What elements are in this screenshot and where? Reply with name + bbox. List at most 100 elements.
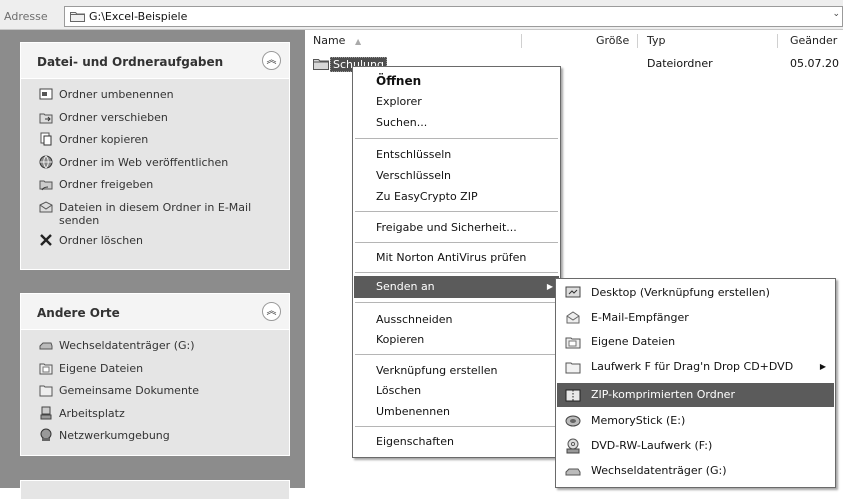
web-publish-icon bbox=[39, 155, 53, 172]
place-my-documents[interactable]: Eigene Dateien bbox=[21, 361, 289, 384]
send-to-label: E-Mail-Empfänger bbox=[591, 311, 689, 324]
send-to-label: MemoryStick (E:) bbox=[591, 414, 686, 427]
drive-folder-icon bbox=[565, 359, 581, 384]
folder-icon bbox=[70, 10, 85, 25]
menu-item-sharing-security[interactable]: Freigabe und Sicherheit... bbox=[354, 217, 559, 239]
place-removable-drive[interactable]: Wechseldatenträger (G:) bbox=[21, 338, 289, 361]
email-icon bbox=[39, 200, 53, 217]
menu-item-search[interactable]: Suchen... bbox=[354, 112, 559, 134]
menu-separator bbox=[355, 211, 558, 212]
address-bar: Adresse G:\Excel-Beispiele ⌄ bbox=[0, 0, 843, 30]
place-label: Gemeinsame Dokumente bbox=[59, 384, 199, 397]
menu-item-open[interactable]: Öffnen bbox=[354, 70, 559, 92]
copy-icon bbox=[39, 132, 53, 149]
menu-item-properties[interactable]: Eigenschaften bbox=[354, 431, 559, 453]
place-shared-documents[interactable]: Gemeinsame Dokumente bbox=[21, 383, 289, 406]
menu-item-encrypt[interactable]: Verschlüsseln bbox=[354, 165, 559, 187]
send-to-label: Wechseldatenträger (G:) bbox=[591, 464, 727, 477]
place-label: Netzwerkumgebung bbox=[59, 429, 170, 442]
task-label: Dateien in diesem Ordner in E-Mail sende… bbox=[59, 200, 252, 227]
send-to-mail-recipient[interactable]: E-Mail-Empfänger bbox=[557, 306, 834, 330]
address-label: Adresse bbox=[4, 10, 48, 23]
my-documents-icon bbox=[39, 361, 53, 378]
menu-separator bbox=[355, 138, 558, 139]
task-label: Ordner verschieben bbox=[59, 110, 168, 124]
rename-icon bbox=[39, 87, 53, 104]
send-to-desktop[interactable]: Desktop (Verknüpfung erstellen) bbox=[557, 281, 834, 305]
send-to-label: ZIP-komprimierten Ordner bbox=[591, 388, 735, 401]
removable-drive-icon bbox=[39, 338, 53, 355]
task-label: Ordner freigeben bbox=[59, 178, 154, 191]
shared-documents-icon bbox=[39, 383, 53, 400]
send-to-memory-stick[interactable]: MemoryStick (E:) bbox=[557, 409, 834, 433]
menu-item-explorer[interactable]: Explorer bbox=[354, 91, 559, 113]
place-network[interactable]: Netzwerkumgebung bbox=[21, 428, 289, 451]
address-dropdown-icon[interactable]: ⌄ bbox=[832, 9, 840, 19]
other-places-header[interactable]: Andere Orte ︽ bbox=[21, 294, 289, 330]
collapse-up-icon[interactable]: ︽ bbox=[262, 51, 281, 70]
send-to-label: Desktop (Verknüpfung erstellen) bbox=[591, 286, 770, 299]
send-to-label: Eigene Dateien bbox=[591, 335, 676, 348]
task-label: Ordner im Web veröffentlichen bbox=[59, 155, 229, 169]
task-share-folder[interactable]: Ordner freigeben bbox=[21, 177, 289, 200]
collapse-up-icon[interactable]: ︽ bbox=[262, 302, 281, 321]
move-icon bbox=[39, 110, 53, 127]
send-to-removable-drive[interactable]: Wechseldatenträger (G:) bbox=[557, 459, 834, 483]
details-panel bbox=[20, 480, 290, 500]
folder-icon bbox=[313, 58, 329, 73]
removable-drive-icon bbox=[565, 463, 581, 488]
place-label: Eigene Dateien bbox=[59, 361, 144, 375]
column-divider[interactable] bbox=[521, 34, 522, 48]
menu-item-easycrypto-zip[interactable]: Zu EasyCrypto ZIP bbox=[354, 186, 559, 208]
send-to-drive-f-dragdrop[interactable]: Laufwerk F für Drag'n Drop CD+DVD ▶ bbox=[557, 355, 834, 379]
menu-item-decrypt[interactable]: Entschlüsseln bbox=[354, 144, 559, 166]
task-email-files[interactable]: Dateien in diesem Ordner in E-Mail sende… bbox=[21, 200, 289, 233]
column-divider[interactable] bbox=[777, 34, 778, 48]
place-my-computer[interactable]: Arbeitsplatz bbox=[21, 406, 289, 429]
send-to-zip-folder[interactable]: ZIP-komprimierten Ordner bbox=[557, 383, 834, 407]
other-places-title: Andere Orte bbox=[37, 306, 120, 320]
send-to-label: Laufwerk F für Drag'n Drop CD+DVD bbox=[591, 360, 794, 373]
send-to-submenu: Desktop (Verknüpfung erstellen) E-Mail-E… bbox=[555, 278, 836, 488]
task-label: Ordner umbenennen bbox=[59, 88, 174, 101]
context-menu: Öffnen Explorer Suchen... Entschlüsseln … bbox=[352, 66, 561, 458]
column-header-type[interactable]: Typ bbox=[647, 34, 666, 50]
address-path: G:\Excel-Beispiele bbox=[89, 10, 188, 23]
menu-separator bbox=[355, 354, 558, 355]
my-computer-icon bbox=[39, 406, 53, 423]
menu-item-create-shortcut[interactable]: Verknüpfung erstellen bbox=[354, 360, 559, 382]
menu-item-delete[interactable]: Löschen bbox=[354, 380, 559, 402]
place-label: Arbeitsplatz bbox=[59, 406, 125, 420]
share-folder-icon bbox=[39, 177, 53, 194]
menu-item-copy[interactable]: Kopieren bbox=[354, 329, 559, 351]
send-to-dvd-drive[interactable]: DVD-RW-Laufwerk (F:) bbox=[557, 434, 834, 458]
address-field[interactable]: G:\Excel-Beispiele ⌄ bbox=[64, 6, 843, 27]
task-rename-folder[interactable]: Ordner umbenennen bbox=[21, 87, 289, 110]
task-copy-folder[interactable]: Ordner kopieren bbox=[21, 132, 289, 155]
file-tasks-header[interactable]: Datei- und Ordneraufgaben ︽ bbox=[21, 43, 289, 79]
menu-item-cut[interactable]: Ausschneiden bbox=[354, 309, 559, 331]
menu-separator bbox=[355, 242, 558, 243]
send-to-my-documents[interactable]: Eigene Dateien bbox=[557, 330, 834, 354]
column-header-size[interactable]: Größe bbox=[596, 34, 629, 50]
file-tasks-panel: Datei- und Ordneraufgaben ︽ Ordner umben… bbox=[20, 42, 290, 270]
menu-item-send-to[interactable]: Senden an ▶ bbox=[354, 276, 559, 298]
file-tasks-title: Datei- und Ordneraufgaben bbox=[37, 55, 224, 69]
menu-item-rename[interactable]: Umbenennen bbox=[354, 401, 559, 423]
task-pane: Datei- und Ordneraufgaben ︽ Ordner umben… bbox=[0, 30, 305, 500]
task-label: Ordner kopieren bbox=[59, 133, 149, 146]
task-delete-folder[interactable]: Ordner löschen bbox=[21, 233, 289, 256]
task-move-folder[interactable]: Ordner verschieben bbox=[21, 110, 289, 133]
sort-ascending-icon: ▲ bbox=[354, 37, 362, 46]
column-divider[interactable] bbox=[637, 34, 638, 48]
file-modified: 05.07.20 bbox=[790, 57, 839, 70]
task-publish-folder-web[interactable]: Ordner im Web veröffentlichen bbox=[21, 155, 289, 178]
menu-item-label: Senden an bbox=[376, 280, 435, 293]
submenu-arrow-icon: ▶ bbox=[546, 282, 553, 291]
other-places-panel: Andere Orte ︽ Wechseldatenträger (G:) Ei… bbox=[20, 293, 290, 456]
column-header-modified[interactable]: Geänder bbox=[790, 34, 837, 50]
column-header-name[interactable]: Name ▲ bbox=[313, 34, 361, 50]
menu-separator bbox=[355, 272, 558, 273]
menu-separator bbox=[355, 426, 558, 427]
menu-item-norton-scan[interactable]: Mit Norton AntiVirus prüfen bbox=[354, 247, 559, 269]
